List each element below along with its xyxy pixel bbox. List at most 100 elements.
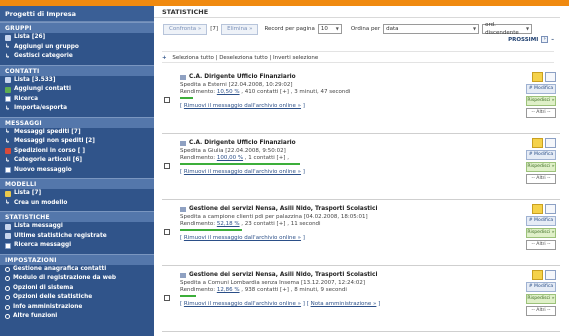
- remove-archive-link[interactable]: Rimuovi il messaggio dall'archivio onlin…: [184, 235, 301, 241]
- sidebar-item[interactable]: Modulo di registrazione da web: [0, 274, 154, 284]
- chart-icon[interactable]: [532, 138, 543, 148]
- order-by-select[interactable]: data ▼: [383, 24, 480, 34]
- chart-icon[interactable]: [532, 72, 543, 82]
- resend-button[interactable]: Rispedisci »: [526, 96, 556, 106]
- row-checkbox[interactable]: [164, 97, 170, 103]
- row-checkbox[interactable]: [164, 163, 170, 169]
- list-icon: [5, 34, 11, 41]
- sidebar-item[interactable]: Ricerca: [0, 95, 154, 105]
- yield-link[interactable]: 100,00 %: [217, 155, 243, 161]
- records-per-page-select[interactable]: 10 ▼: [317, 24, 342, 34]
- sidebar-item-label: Gestione anagrafica contatti: [13, 265, 107, 272]
- message-title[interactable]: Gestione dei servizi Nensa, Asili Nido, …: [180, 206, 510, 212]
- remove-archive-link[interactable]: Rimuovi il messaggio dall'archivio onlin…: [184, 103, 301, 109]
- row-actions: # Modifica Rispedisci » -- Altri --: [526, 270, 556, 316]
- next-page-link[interactable]: PROSSIMI › –: [508, 36, 554, 43]
- remove-archive-line: [ Rimuovi il messaggio dall'archivio onl…: [180, 235, 305, 241]
- sidebar-item[interactable]: Lista [3.533]: [0, 76, 154, 86]
- sidebar-item[interactable]: Opzioni di sistema: [0, 284, 154, 294]
- remove-archive-line: [ Rimuovi il messaggio dall'archivio onl…: [180, 169, 305, 175]
- yield-link[interactable]: 52,18 %: [217, 221, 240, 227]
- sent-info: Spedita a Esterni [22.04.2008, 10:29:02]: [180, 81, 293, 88]
- arrow-icon: ↳: [5, 104, 11, 112]
- sidebar-item[interactable]: ↳ Messaggi spediti [7]: [0, 128, 154, 138]
- chart-icon[interactable]: [532, 204, 543, 214]
- sidebar-item[interactable]: Lista [7]: [0, 189, 154, 199]
- sidebar-item[interactable]: Ricerca messaggi: [0, 241, 154, 251]
- sidebar-item-label: Gestisci categorie: [14, 53, 73, 59]
- sidebar-section-title: MODELLI: [0, 178, 154, 189]
- sidebar-item[interactable]: ↳ Aggiungi un gruppo: [0, 43, 154, 53]
- resend-button[interactable]: Rispedisci »: [526, 228, 556, 238]
- row-actions: # Modifica Rispedisci » -- Altri --: [526, 138, 556, 184]
- message-title[interactable]: Gestione dei servizi Nensa, Asili Nido, …: [180, 272, 510, 278]
- sidebar-item[interactable]: Altre funzioni: [0, 312, 154, 322]
- remove-archive-link[interactable]: Rimuovi il messaggio dall'archivio onlin…: [184, 301, 301, 307]
- admin-note-link[interactable]: Nota amministrazione »: [311, 301, 377, 307]
- sidebar-item-label: Messaggi spediti [7]: [14, 128, 81, 135]
- document-icon[interactable]: [545, 270, 556, 280]
- list-item: C.A. Dirigente Ufficio Finanziario Spedi…: [162, 68, 560, 134]
- resend-button[interactable]: Rispedisci »: [526, 162, 556, 172]
- sidebar-item[interactable]: Gestione anagrafica contatti: [0, 265, 154, 275]
- message-title[interactable]: C.A. Dirigente Ufficio Finanziario: [180, 140, 510, 146]
- modify-button[interactable]: # Modifica: [526, 84, 556, 94]
- sidebar-item[interactable]: Info amministrazione: [0, 303, 154, 313]
- row-checkbox[interactable]: [164, 229, 170, 235]
- sidebar-item[interactable]: Aggiungi contatti: [0, 85, 154, 95]
- sidebar-section-title: CONTATTI: [0, 64, 154, 76]
- sidebar-item-label: Lista messaggi: [14, 223, 63, 229]
- modify-button[interactable]: # Modifica: [526, 150, 556, 160]
- arrow-icon: ↳: [5, 137, 11, 145]
- list-icon: [5, 223, 11, 230]
- arrow-icon: ↳: [5, 156, 11, 164]
- sidebar: Progetti di Impresa GRUPPI Lista [26] ↳ Agg…: [0, 6, 154, 336]
- sidebar-item[interactable]: Lista messaggi: [0, 222, 154, 232]
- yield-link[interactable]: 12,86 %: [217, 287, 240, 293]
- compare-button[interactable]: Confronta »: [163, 23, 208, 35]
- other-actions-select[interactable]: -- Altri --: [526, 240, 556, 250]
- sidebar-item[interactable]: Lista [26]: [0, 33, 154, 43]
- sidebar-item[interactable]: ↳ Importa/esporta: [0, 104, 154, 114]
- resend-button[interactable]: Rispedisci »: [526, 294, 556, 304]
- message-title-text: C.A. Dirigente Ufficio Finanziario: [189, 140, 296, 146]
- selection-bar: + Seleziona tutto | Deseleziona tutto | …: [162, 51, 554, 63]
- sidebar-section-title: STATISTICHE: [0, 211, 154, 222]
- admin-note: [ Nota amministrazione » ]: [306, 301, 381, 307]
- sidebar-header[interactable]: Progetti di Impresa: [0, 6, 154, 22]
- toolbar: Confronta » [7] Elimina » Record per pag…: [163, 22, 533, 36]
- list-item: Gestione dei servizi Nensa, Asili Nido, …: [162, 200, 560, 266]
- sidebar-item[interactable]: ↳ Categorie articoli [6]: [0, 156, 154, 166]
- message-title[interactable]: C.A. Dirigente Ufficio Finanziario: [180, 74, 510, 80]
- sidebar-item-label: Lista [3.533]: [14, 76, 56, 83]
- modify-button[interactable]: # Modifica: [526, 282, 556, 292]
- sidebar-item[interactable]: Opzioni delle statistiche: [0, 293, 154, 303]
- remove-archive-line: [ Rimuovi il messaggio dall'archivio onl…: [180, 301, 381, 307]
- arrow-right-icon[interactable]: ›: [541, 36, 549, 43]
- other-actions-select[interactable]: -- Altri --: [526, 306, 556, 316]
- selection-links[interactable]: Seleziona tutto | Deseleziona tutto | In…: [172, 55, 318, 61]
- order-direction-select[interactable]: ord. discendente ▼: [482, 22, 533, 36]
- chevron-down-icon: ▼: [473, 26, 477, 31]
- sidebar-item[interactable]: Nuovo messaggio: [0, 166, 154, 176]
- sidebar-item[interactable]: Spedizioni in corso [ ]: [0, 147, 154, 157]
- remove-archive-link[interactable]: Rimuovi il messaggio dall'archivio onlin…: [184, 169, 301, 175]
- sidebar-item-label: Categorie articoli [6]: [14, 157, 83, 163]
- chart-icon[interactable]: [532, 270, 543, 280]
- document-icon[interactable]: [545, 72, 556, 82]
- yield-prefix: Rendimento:: [180, 287, 217, 293]
- sidebar-item[interactable]: ↳ Gestisci categorie: [0, 52, 154, 62]
- sidebar-item[interactable]: ↳ Crea un modello: [0, 199, 154, 209]
- red-icon: [5, 148, 11, 155]
- other-actions-select[interactable]: -- Altri --: [526, 108, 556, 118]
- delete-button[interactable]: Elimina »: [221, 23, 259, 35]
- sidebar-item[interactable]: ↳ Messaggi non spediti [2]: [0, 137, 154, 147]
- sidebar-item[interactable]: Ultime statistiche registrate: [0, 232, 154, 242]
- document-icon[interactable]: [545, 204, 556, 214]
- yield-link[interactable]: 10,50 %: [217, 89, 240, 95]
- modify-button[interactable]: # Modifica: [526, 216, 556, 226]
- row-checkbox[interactable]: [164, 295, 170, 301]
- yield-info: Rendimento: 52,18 % , 23 contatti [+] , …: [180, 221, 510, 227]
- other-actions-select[interactable]: -- Altri --: [526, 174, 556, 184]
- document-icon[interactable]: [545, 138, 556, 148]
